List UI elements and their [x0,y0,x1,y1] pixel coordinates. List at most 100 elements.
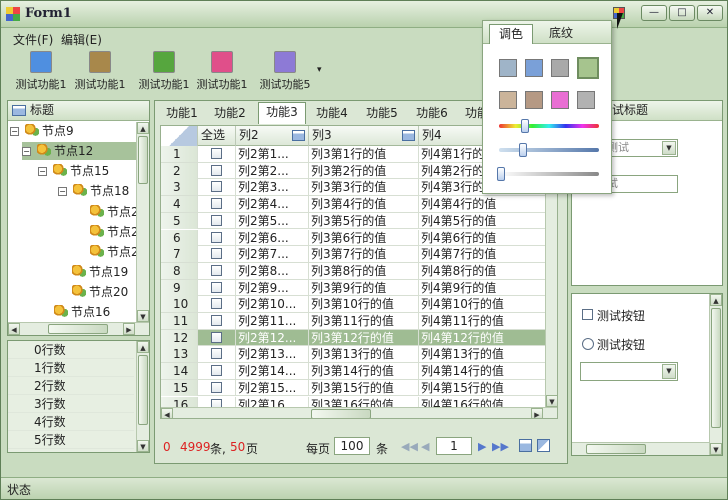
next-page-icon[interactable]: ▶ [478,440,486,453]
color-swatch[interactable] [551,91,569,109]
scroll-down-icon[interactable]: ▼ [137,310,149,322]
row-select-checkbox[interactable] [198,162,236,179]
right-vertical-scrollbar[interactable]: ▲ ▼ [709,294,722,455]
tab-tone[interactable]: 调色 [489,24,533,44]
row-select-checkbox[interactable] [198,229,236,246]
checkbox[interactable] [211,248,222,260]
table-row[interactable]: 14 列2第14... 列3第14行的值 列4第14行的值 [161,363,546,380]
per-page-input[interactable]: 100 [334,437,370,455]
list-item[interactable]: 5行数 [8,431,134,449]
row-select-checkbox[interactable] [198,279,236,296]
tree-node[interactable]: 节点2 [90,223,136,241]
checkbox[interactable] [211,281,222,293]
checkbox[interactable] [211,315,222,326]
tree-node-selected[interactable]: − 节点12 [22,142,136,160]
toolbar-button-4[interactable]: 测试功能1 [193,51,251,91]
row-select-checkbox[interactable] [198,196,236,213]
scroll-thumb[interactable] [711,308,721,428]
checkbox[interactable] [211,348,222,360]
saturation-slider-knob[interactable] [519,143,527,157]
row-select-checkbox[interactable] [198,246,236,263]
tree-node[interactable]: 节点19 [72,263,128,281]
brightness-slider-knob[interactable] [497,167,505,181]
tree-node[interactable]: 节点16 [54,303,110,321]
toolbar-overflow-icon[interactable]: ▾ [317,65,322,75]
row-select-checkbox[interactable] [198,146,236,162]
color-swatch[interactable] [577,91,595,109]
tab-feature-3[interactable]: 功能3 [258,102,306,124]
checkbox[interactable] [211,214,222,226]
list-item[interactable]: 3行数 [8,395,134,413]
tree-node[interactable]: − 节点9 [10,122,136,140]
scroll-thumb[interactable] [138,136,148,184]
row-select-checkbox[interactable] [198,346,236,363]
row-select-checkbox[interactable] [198,363,236,380]
scroll-right-icon[interactable]: ▶ [123,323,135,335]
row-select-checkbox[interactable] [198,379,236,396]
table-row[interactable]: 8 列2第8... 列3第8行的值 列4第8行的值 [161,262,546,280]
scroll-up-icon[interactable]: ▲ [137,122,149,134]
checkbox[interactable] [211,331,222,343]
list-item[interactable]: 1行数 [8,359,134,377]
scroll-down-icon[interactable]: ▼ [137,440,149,452]
scroll-up-icon[interactable]: ▲ [710,294,722,306]
saturation-slider[interactable] [499,148,599,152]
header-select-all[interactable]: 全选 [198,126,236,146]
hue-slider[interactable] [499,124,599,128]
test-radio[interactable] [582,338,594,350]
checkbox[interactable] [211,198,222,210]
close-button[interactable]: ✕ [697,5,723,21]
prev-page-icon[interactable]: ◀ [421,440,429,453]
collapse-icon[interactable]: − [22,147,31,156]
table-row[interactable]: 9 列2第9... 列3第9行的值 列4第9行的值 [161,279,546,297]
tab-feature-5[interactable]: 功能5 [362,104,402,124]
dropdown-arrow-icon[interactable]: ▼ [662,141,676,155]
table-row[interactable]: 10 列2第10... 列3第10行的值 列4第10行的值 [161,296,546,313]
tree-node[interactable]: 节点2 [90,203,136,221]
checkbox[interactable] [211,381,222,393]
table-row[interactable]: 15 列2第15... 列3第15行的值 列4第15行的值 [161,379,546,397]
row-select-checkbox[interactable] [198,329,236,346]
test-textbox[interactable]: 试 [604,175,678,193]
color-swatch[interactable] [525,91,543,109]
tab-feature-1[interactable]: 功能1 [162,104,202,124]
table-row[interactable]: 4 列2第4... 列3第4行的值 列4第4行的值 [161,196,546,213]
tree-vertical-scrollbar[interactable]: ▲ ▼ [136,122,149,322]
tab-texture[interactable]: 底纹 [539,24,583,44]
scroll-thumb[interactable] [586,444,646,454]
checkbox[interactable] [211,365,222,377]
row-select-checkbox[interactable] [198,296,236,313]
list-item[interactable]: 4行数 [8,413,134,431]
test-dropdown[interactable]: ▼ [580,362,678,381]
page-number-input[interactable]: 1 [436,437,472,455]
scroll-thumb[interactable] [311,409,371,418]
first-page-icon[interactable]: ◀◀ [401,440,418,453]
tab-feature-6[interactable]: 功能6 [412,104,452,124]
row-select-checkbox[interactable] [198,313,236,329]
color-swatch[interactable] [499,91,517,109]
color-swatch[interactable] [551,59,569,77]
dropdown-arrow-icon[interactable]: ▼ [662,364,676,379]
scroll-left-icon[interactable]: ◀ [8,323,20,335]
test-combo[interactable]: 测试 ▼ [604,139,678,157]
table-row-selected[interactable]: 12 列2第12... 列3第12行的值 列4第12行的值 [161,329,546,347]
toolbar-button-5[interactable]: 测试功能5 [256,51,314,91]
color-swatch[interactable] [499,59,517,77]
collapse-icon[interactable]: − [10,127,19,136]
toolbar-button-2[interactable]: 测试功能1 [71,51,129,91]
row-select-checkbox[interactable] [198,262,236,279]
test-checkbox[interactable] [582,309,593,320]
header-col2[interactable]: 列2 [236,126,309,146]
table-row[interactable]: 11 列2第11... 列3第11行的值 列4第11行的值 [161,313,546,330]
tree-node[interactable]: 节点20 [72,283,128,301]
tab-feature-4[interactable]: 功能4 [312,104,352,124]
toolbar-button-1[interactable]: 测试功能1 [12,51,70,91]
scroll-thumb[interactable] [138,355,148,425]
brightness-slider[interactable] [499,172,599,176]
menu-edit[interactable]: 编辑(E) [61,31,102,48]
table-row[interactable]: 6 列2第6... 列3第6行的值 列4第6行的值 [161,229,546,247]
export-icon[interactable] [519,439,532,452]
refresh-icon[interactable] [537,439,550,452]
list-item[interactable]: 0行数 [8,341,134,359]
color-swatch[interactable] [525,59,543,77]
